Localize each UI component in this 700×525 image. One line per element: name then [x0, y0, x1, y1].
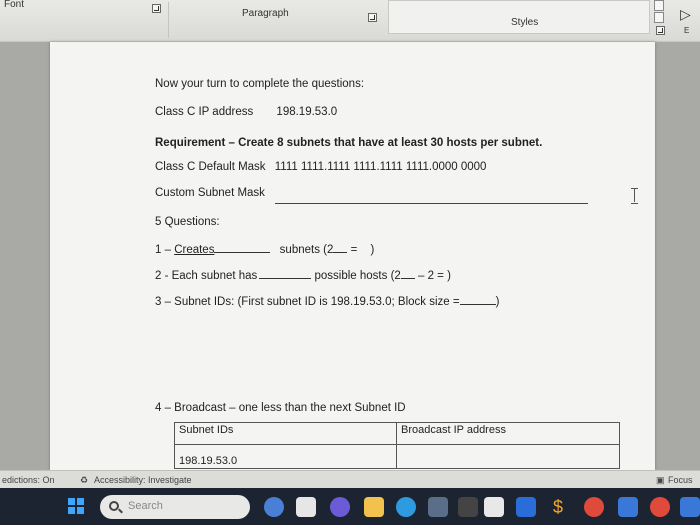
class-ip-label: Class C IP address — [155, 106, 254, 118]
status-bar: edictions: On ♻ Accessibility: Investiga… — [0, 470, 700, 488]
q1-exponent-blank — [333, 242, 348, 253]
broadcast-table: Subnet IDs Broadcast IP address 198.19.5… — [174, 422, 620, 469]
document-page[interactable]: Now your turn to complete the questions:… — [50, 42, 655, 470]
subnet-ids-header[interactable]: Subnet IDs — [174, 422, 397, 445]
question-1: 1 – Creates subnets (2 = ) — [155, 242, 374, 256]
text-predictions-status[interactable]: edictions: On — [2, 475, 55, 485]
requirement-text: Create 8 subnets that have at least 30 h… — [238, 137, 543, 149]
broadcast-header[interactable]: Broadcast IP address — [396, 422, 620, 445]
class-ip-value: 198.19.53.0 — [276, 106, 338, 118]
q1-close: ) — [370, 244, 375, 256]
question-2: 2 - Each subnet has possible hosts (2 – … — [155, 268, 451, 282]
table-row: Subnet IDs Broadcast IP address — [174, 422, 620, 445]
windows-start-icon[interactable] — [68, 498, 84, 514]
file-explorer-icon[interactable] — [364, 497, 384, 517]
amazon-icon[interactable] — [484, 497, 504, 517]
store-icon[interactable] — [428, 497, 448, 517]
q3-text: 3 – Subnet IDs: (First subnet ID is 198.… — [155, 296, 460, 308]
font-group-label: Font — [4, 0, 25, 10]
q1-prefix: 1 – — [155, 244, 175, 256]
styles-more-button[interactable] — [654, 12, 664, 23]
paragraph-group-label: Paragraph — [242, 8, 289, 19]
dropbox-icon[interactable] — [516, 497, 536, 517]
search-placeholder: Search — [128, 500, 163, 512]
text-cursor-icon — [630, 188, 639, 204]
custom-mask-label: Custom Subnet Mask — [155, 187, 265, 199]
subnet-id-cell[interactable]: 198.19.53.0 — [174, 444, 397, 469]
search-icon — [109, 501, 119, 511]
accessibility-status[interactable]: Accessibility: Investigate — [94, 475, 192, 485]
font-dialog-launcher-icon[interactable] — [152, 4, 161, 13]
styles-scroll-up-button[interactable] — [654, 0, 664, 11]
question-4: 4 – Broadcast – one less than the next S… — [155, 402, 406, 414]
q1-blank — [214, 242, 271, 253]
word-icon[interactable] — [618, 497, 638, 517]
editing-group-label: E — [684, 26, 690, 35]
document-canvas: Now your turn to complete the questions:… — [0, 42, 700, 470]
edge-icon[interactable] — [396, 497, 416, 517]
finance-icon[interactable]: $ — [548, 497, 568, 517]
styles-group-label: Styles — [511, 17, 539, 28]
q2-exponent-blank — [400, 268, 415, 279]
q1-word: Creates — [174, 244, 215, 256]
default-mask-value: 1111 1111.1111 1111.1111 1111.0000 0000 — [274, 161, 487, 173]
bing-icon[interactable] — [264, 497, 284, 517]
q2-prefix: 2 - Each subnet has — [155, 270, 258, 282]
default-mask-label: Class C Default Mask — [155, 161, 266, 173]
taskbar: Search $ — [0, 488, 700, 525]
q1-suffix: subnets (2 — [279, 244, 334, 256]
q3-close: ) — [495, 296, 500, 308]
accessibility-icon: ♻ — [80, 475, 89, 485]
requirement-line: Requirement – Create 8 subnets that have… — [155, 137, 542, 149]
q2-eq: – 2 = ) — [418, 270, 451, 282]
question-3: 3 – Subnet IDs: (First subnet ID is 198.… — [155, 294, 499, 308]
focus-button[interactable]: Focus — [668, 475, 693, 485]
styles-dialog-launcher-icon[interactable] — [656, 26, 665, 35]
word-window-icon[interactable] — [680, 497, 700, 517]
chrome-icon[interactable] — [584, 497, 604, 517]
editing-arrow-icon[interactable]: ▷ — [680, 6, 691, 23]
q1-eq: = — [350, 244, 361, 256]
chrome-profile-icon[interactable] — [650, 497, 670, 517]
q2-suffix: possible hosts (2 — [314, 270, 401, 282]
broadcast-cell[interactable] — [396, 444, 620, 469]
styles-gallery[interactable]: Styles — [388, 0, 650, 34]
requirement-dash: – — [225, 137, 239, 149]
intro-text: Now your turn to complete the questions: — [155, 78, 365, 90]
q2-blank — [259, 268, 312, 279]
ribbon: Font Paragraph Styles ▷ E — [0, 0, 700, 42]
teams-icon[interactable] — [330, 497, 350, 517]
task-view-icon[interactable] — [296, 497, 316, 517]
class-ip-line: Class C IP address 198.19.53.0 — [155, 106, 337, 118]
custom-mask-blank — [275, 203, 588, 204]
q3-blank — [459, 294, 496, 305]
requirement-label: Requirement — [155, 137, 226, 149]
ribbon-separator — [168, 2, 169, 38]
paragraph-dialog-launcher-icon[interactable] — [368, 13, 377, 22]
taskbar-search-box[interactable]: Search — [100, 495, 250, 519]
focus-icon: ▣ — [656, 475, 665, 485]
table-row: 198.19.53.0 — [174, 444, 620, 469]
questions-label: 5 Questions: — [155, 216, 220, 228]
calculator-icon[interactable] — [458, 497, 478, 517]
default-mask-line: Class C Default Mask 1111 1111.1111 1111… — [155, 161, 486, 173]
